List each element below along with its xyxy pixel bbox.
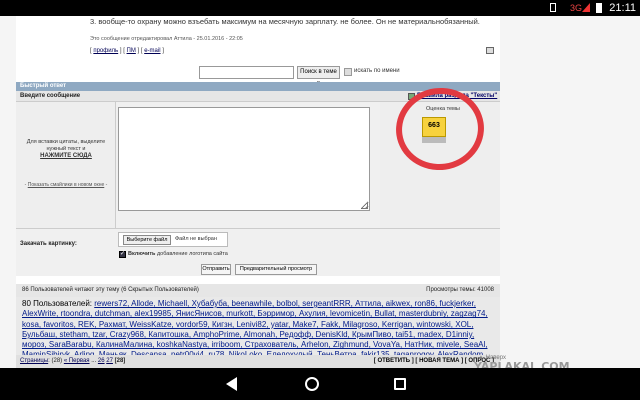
quote-hint: Для вставки цитаты, выделите нужный текс… xyxy=(18,139,114,160)
ellipsis: ... xyxy=(89,358,98,364)
readers-list: 80 Пользователей: rewers72, Allode, Mich… xyxy=(16,297,500,355)
post: 3. вообще-то охрану можно взъебать макси… xyxy=(16,16,500,64)
bracket: ] [ xyxy=(135,48,145,54)
current-page: [28] xyxy=(114,358,126,364)
pm-link[interactable]: ПМ xyxy=(127,48,136,54)
pager: Страницы: (28) « Первая ... 26 27 [28] xyxy=(20,358,125,364)
message-pane xyxy=(116,102,380,228)
show-smiles-link[interactable]: Показать смайлики в новом окне xyxy=(28,182,105,188)
search-by-name-label: искать по имени xyxy=(354,68,400,74)
email-link[interactable]: e-mail xyxy=(144,48,160,54)
scroll-top-icon[interactable] xyxy=(486,47,494,54)
file-status: Файл не выбран xyxy=(175,236,217,242)
readers-count: 80 Пользователей: xyxy=(22,299,95,308)
message-label: Введите сообщение xyxy=(20,93,81,99)
battery-icon xyxy=(596,3,602,13)
views-count: Просмотры темы: 41008 xyxy=(426,287,494,293)
pages-info: : (28) xyxy=(48,358,64,364)
pager-row: Страницы: (28) « Первая ... 26 27 [28] [… xyxy=(16,355,500,368)
bracket: ] xyxy=(160,48,164,54)
clock: 21:11 xyxy=(609,2,636,14)
bracket: ] [ xyxy=(118,48,127,54)
page-27-link[interactable]: 27 xyxy=(106,358,113,364)
status-bar: 3G 21:11 xyxy=(0,0,640,16)
quote-button[interactable]: НАЖМИТЕ СЮДА xyxy=(18,153,114,160)
rating-pane: Оценка темы 663 xyxy=(380,82,500,228)
quote-pane: Для вставки цитаты, выделите нужный текс… xyxy=(16,102,116,228)
home-icon[interactable] xyxy=(305,377,319,391)
back-icon[interactable] xyxy=(226,377,237,391)
topic-search: Поиск в теме » искать по имени xyxy=(16,64,500,86)
page-26-link[interactable]: 26 xyxy=(98,358,105,364)
logo-label-strong: Включить xyxy=(128,251,156,257)
logo-checkbox[interactable]: ✓ xyxy=(119,251,126,258)
post-links: [ профиль ] [ ПМ ] [ e-mail ] xyxy=(90,48,164,54)
file-input: Выберите файл Файл не выбран xyxy=(118,232,228,247)
edit-note: Это сообщение отредактировал Аттила - 25… xyxy=(90,36,243,42)
choose-file-button[interactable]: Выберите файл xyxy=(123,235,171,245)
quote-hint-text: Для вставки цитаты, выделите нужный текс… xyxy=(26,139,106,152)
recents-icon[interactable] xyxy=(394,378,406,390)
logo-label: Включить добавление логотипа сайта xyxy=(128,251,228,257)
post-text: 3. вообще-то охрану можно взъебать макси… xyxy=(90,17,480,26)
sim-icon xyxy=(550,3,556,12)
readers-header: 86 Пользователей читают эту тему (6 Скры… xyxy=(16,284,500,297)
resize-grip-icon[interactable] xyxy=(362,203,368,209)
pages-label: Страницы xyxy=(20,358,49,364)
search-button[interactable]: Поиск в теме » xyxy=(297,66,340,86)
forum-page: 3. вообще-то охрану можно взъебать макси… xyxy=(16,16,500,368)
smiles-link-wrap: - Показать смайлики в новом окне - xyxy=(22,182,110,188)
first-page-link[interactable]: « Первая xyxy=(64,358,90,364)
network-type: 3G xyxy=(569,3,582,13)
signal-icon xyxy=(582,3,590,12)
readers-title: 86 Пользователей читают эту тему (6 Скры… xyxy=(22,287,199,293)
submit-row: Отправить Предварительный просмотр xyxy=(16,262,500,276)
message-textarea[interactable] xyxy=(118,107,370,211)
upload-row: Закачать картинку: Выберите файл Файл не… xyxy=(16,228,500,262)
profile-link[interactable]: профиль xyxy=(93,48,118,54)
send-button[interactable]: Отправить xyxy=(201,264,231,275)
search-input[interactable] xyxy=(199,66,294,79)
preview-button[interactable]: Предварительный просмотр xyxy=(235,264,317,275)
upload-label: Закачать картинку: xyxy=(20,241,77,247)
search-by-name-checkbox[interactable] xyxy=(344,68,352,76)
android-nav-bar xyxy=(0,368,640,400)
dash: - xyxy=(104,182,108,188)
logo-label-rest: добавление логотипа сайта xyxy=(155,251,228,257)
